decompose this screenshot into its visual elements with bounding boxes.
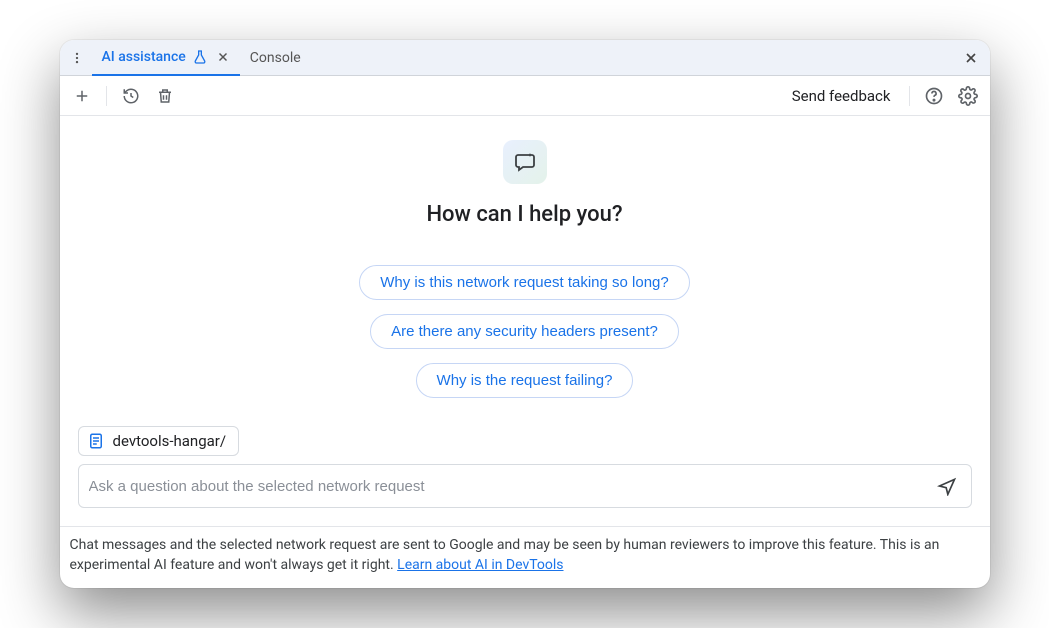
ai-chat-hero-icon (503, 140, 547, 184)
history-icon (122, 87, 140, 105)
input-row (72, 464, 978, 516)
toolbar-separator (909, 86, 910, 106)
hero-title: How can I help you? (426, 202, 622, 227)
chat-input-field[interactable] (78, 464, 972, 508)
gear-icon (958, 86, 978, 106)
flask-icon (192, 49, 208, 65)
main-content: How can I help you? Why is this network … (60, 116, 990, 526)
more-menu-button[interactable] (66, 47, 88, 69)
context-row: devtools-hangar/ (72, 426, 978, 464)
disclaimer: Chat messages and the selected network r… (60, 526, 990, 588)
new-chat-button[interactable] (68, 82, 96, 110)
tab-label: AI assistance (102, 49, 186, 65)
plus-icon (73, 87, 91, 105)
toolbar: Send feedback (60, 76, 990, 116)
send-icon (937, 476, 957, 496)
help-button[interactable] (920, 82, 948, 110)
toolbar-separator (106, 86, 107, 106)
tab-ai-assistance[interactable]: AI assistance (92, 40, 240, 76)
devtools-panel: AI assistance Console Send feedback (60, 40, 990, 588)
context-chip-label: devtools-hangar/ (113, 432, 227, 450)
tab-console[interactable]: Console (240, 40, 311, 76)
more-vertical-icon (70, 51, 84, 65)
settings-button[interactable] (954, 82, 982, 110)
history-button[interactable] (117, 82, 145, 110)
help-icon (924, 86, 944, 106)
suggestion-chip[interactable]: Why is this network request taking so lo… (359, 265, 689, 300)
trash-icon (156, 87, 174, 105)
tab-bar: AI assistance Console (60, 40, 990, 76)
suggestion-list: Why is this network request taking so lo… (359, 265, 689, 398)
learn-more-link[interactable]: Learn about AI in DevTools (397, 557, 563, 573)
send-button[interactable] (933, 472, 961, 500)
close-icon (963, 50, 979, 66)
chat-input[interactable] (89, 478, 933, 495)
delete-button[interactable] (151, 82, 179, 110)
tab-label: Console (250, 50, 301, 66)
send-feedback-link[interactable]: Send feedback (792, 87, 891, 105)
document-icon (87, 432, 105, 450)
suggestion-chip[interactable]: Why is the request failing? (416, 363, 634, 398)
suggestion-chip[interactable]: Are there any security headers present? (370, 314, 679, 349)
close-tab-icon[interactable] (216, 50, 230, 64)
close-panel-button[interactable] (958, 45, 984, 71)
chat-sparkle-icon (513, 150, 537, 174)
context-chip[interactable]: devtools-hangar/ (78, 426, 240, 456)
